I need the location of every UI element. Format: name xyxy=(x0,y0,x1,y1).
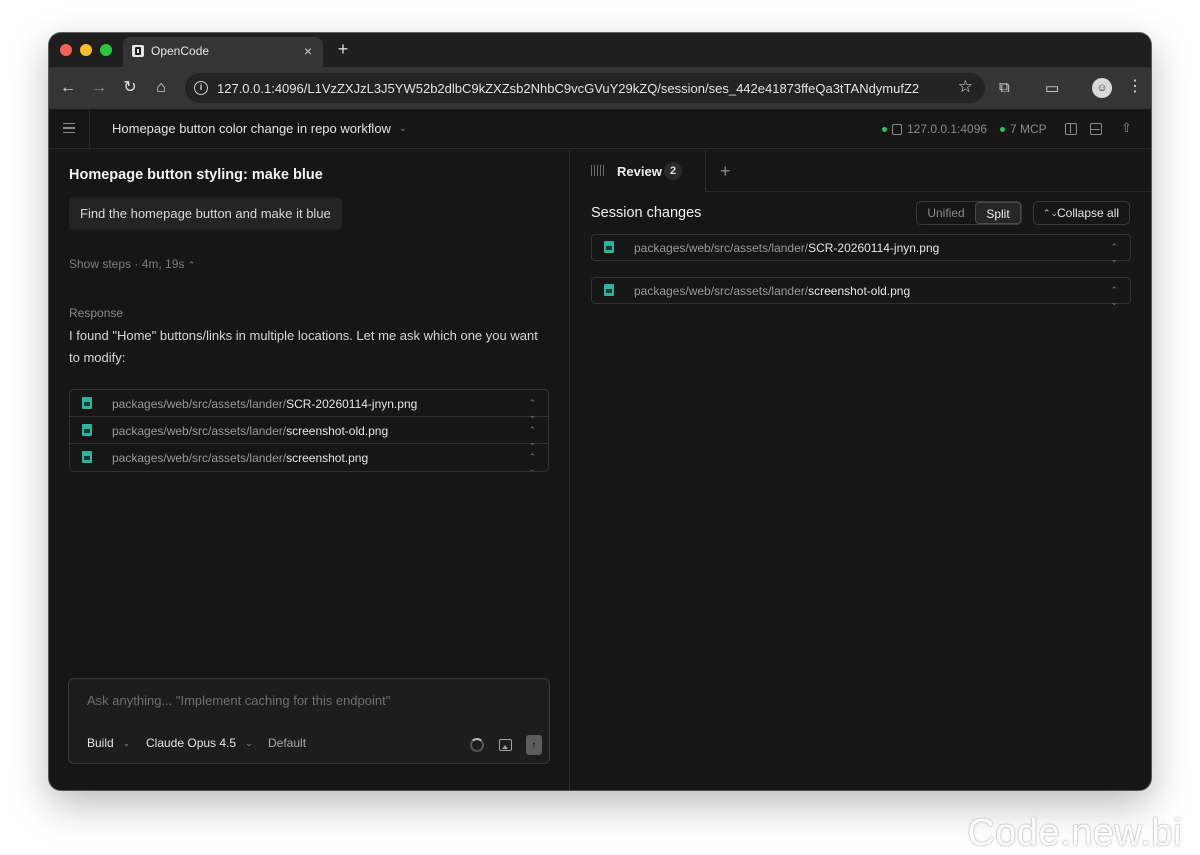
expand-chevron-icon[interactable]: ⌃ ⌄ xyxy=(1110,241,1118,265)
tab-review-count: 2 xyxy=(664,162,682,180)
prompt-input[interactable]: Ask anything... "Implement caching for t… xyxy=(87,693,390,708)
add-tab-button[interactable]: + xyxy=(720,160,731,182)
drag-grip-icon[interactable] xyxy=(591,165,605,176)
chevron-updown-icon: ⌃⌄ xyxy=(1043,208,1059,218)
browser-toolbar: ← → ↻ ⌂ i 127.0.0.1:4096/L1VzZXJzL3J5YW5… xyxy=(49,67,1151,109)
loading-spinner-icon xyxy=(470,738,484,752)
file-path: packages/web/src/assets/lander/SCR-20260… xyxy=(634,241,940,255)
expand-chevron-icon[interactable]: ⌃ ⌄ xyxy=(528,451,536,471)
show-steps-label: Show steps · 4m, 19s xyxy=(69,257,185,271)
user-message: Find the homepage button and make it blu… xyxy=(69,198,342,230)
image-file-icon xyxy=(604,284,614,296)
conversation-panel: Homepage button styling: make blue Find … xyxy=(49,150,569,790)
collapse-all-button[interactable]: ⌃⌄ Collapse all xyxy=(1033,201,1130,225)
server-status[interactable]: 127.0.0.1:4096 xyxy=(882,122,987,136)
home-icon[interactable]: ⌂ xyxy=(151,78,171,98)
hamburger-menu-icon[interactable] xyxy=(63,123,75,133)
file-path: packages/web/src/assets/lander/screensho… xyxy=(112,451,369,465)
split-option[interactable]: Split xyxy=(975,202,1021,224)
mcp-online-dot-icon xyxy=(1000,126,1005,132)
response-text: I found "Home" buttons/links in multiple… xyxy=(69,328,538,365)
file-path: packages/web/src/assets/lander/screensho… xyxy=(112,424,389,438)
address-bar[interactable]: i 127.0.0.1:4096/L1VzZXJzL3J5YW52b2dlbC9… xyxy=(185,73,985,103)
toggle-bottom-panel-icon[interactable] xyxy=(1090,123,1102,135)
minimize-window-button[interactable] xyxy=(80,44,92,56)
server-address: 127.0.0.1:4096 xyxy=(907,122,988,136)
send-button[interactable]: ↑ xyxy=(526,735,542,755)
model-select[interactable]: Claude Opus 4.5 ⌄ xyxy=(146,736,253,750)
file-row[interactable]: packages/web/src/assets/lander/screensho… xyxy=(70,417,548,447)
file-path: packages/web/src/assets/lander/SCR-20260… xyxy=(112,397,418,411)
variant-select[interactable]: Default xyxy=(268,736,306,750)
toggle-sidebar-icon[interactable] xyxy=(1065,123,1077,135)
chevron-down-icon: ⌄ xyxy=(122,737,131,748)
review-panel: Review 2 + Session changes Unified Split… xyxy=(570,150,1151,790)
image-file-icon xyxy=(82,424,92,436)
model-label: Claude Opus 4.5 xyxy=(146,736,237,750)
mcp-status[interactable]: 7 MCP xyxy=(1000,122,1047,136)
variant-label: Default xyxy=(268,736,307,750)
bookmark-star-icon[interactable]: ☆ xyxy=(958,77,973,97)
watermark: Code.new.bi xyxy=(967,812,1182,854)
expand-chevron-icon[interactable]: ⌃ ⌄ xyxy=(1110,284,1118,308)
menu-dots-icon[interactable]: ⋮ xyxy=(1127,77,1143,97)
prompt-composer[interactable]: Ask anything... "Implement caching for t… xyxy=(68,678,550,764)
unified-option[interactable]: Unified xyxy=(917,202,975,224)
browser-tab[interactable]: OpenCode × xyxy=(123,37,323,67)
changed-file-row[interactable]: packages/web/src/assets/lander/screensho… xyxy=(591,277,1131,307)
prompt-title: Homepage button styling: make blue xyxy=(69,167,323,183)
extensions-icon[interactable]: ⧉ xyxy=(999,79,1010,96)
image-file-icon xyxy=(82,397,92,409)
app-header: Homepage button color change in repo wor… xyxy=(49,109,1151,149)
image-file-icon xyxy=(82,451,92,463)
header-divider xyxy=(89,109,90,149)
image-file-icon xyxy=(604,241,614,253)
chevron-down-icon: ⌄ xyxy=(245,737,253,748)
back-icon[interactable]: ← xyxy=(58,78,78,98)
tab-title: OpenCode xyxy=(151,44,210,58)
file-row[interactable]: packages/web/src/assets/lander/screensho… xyxy=(70,444,548,471)
mcp-count: 7 MCP xyxy=(1010,122,1047,136)
image-attach-icon[interactable] xyxy=(499,739,512,751)
tab-review[interactable]: Review 2 xyxy=(570,150,706,192)
tab-strip: OpenCode × + xyxy=(49,33,1151,67)
session-title-dropdown[interactable]: Homepage button color change in repo wor… xyxy=(112,121,407,136)
server-icon xyxy=(892,123,902,135)
forward-icon[interactable]: → xyxy=(89,78,109,98)
show-steps-toggle[interactable]: Show steps · 4m, 19s ⌃ xyxy=(69,257,195,271)
reload-icon[interactable]: ↻ xyxy=(120,78,140,98)
session-title: Homepage button color change in repo wor… xyxy=(112,121,391,136)
agent-select[interactable]: Build ⌄ xyxy=(87,736,130,750)
tab-review-label: Review xyxy=(617,164,662,179)
tab-close-icon[interactable]: × xyxy=(299,42,317,60)
review-tabs: Review 2 + xyxy=(570,150,1151,192)
chevron-down-icon: ⌄ xyxy=(398,123,407,133)
online-dot-icon xyxy=(882,126,887,132)
zoom-window-button[interactable] xyxy=(100,44,112,56)
agent-label: Build xyxy=(87,736,114,750)
file-path: packages/web/src/assets/lander/screensho… xyxy=(634,284,911,298)
info-icon[interactable]: i xyxy=(194,81,208,95)
url-text[interactable]: 127.0.0.1:4096/L1VzZXJzL3J5YW52b2dlbC9kZ… xyxy=(217,81,919,96)
avatar[interactable]: ☺ xyxy=(1092,78,1112,98)
file-list: packages/web/src/assets/lander/SCR-20260… xyxy=(69,389,549,472)
collapse-all-label: Collapse all xyxy=(1057,206,1120,220)
diff-view-toggle[interactable]: Unified Split xyxy=(916,201,1022,225)
cast-icon[interactable]: ▭ xyxy=(1045,79,1059,97)
new-tab-button[interactable]: + xyxy=(333,38,353,60)
chevron-updown-icon: ⌃ xyxy=(187,260,196,270)
share-icon[interactable]: ⇧ xyxy=(1121,120,1132,136)
close-window-button[interactable] xyxy=(60,44,72,56)
changed-file-row[interactable]: packages/web/src/assets/lander/SCR-20260… xyxy=(591,234,1131,264)
session-changes-title: Session changes xyxy=(591,205,702,221)
browser-window: OpenCode × + ← → ↻ ⌂ i 127.0.0.1:4096/L1… xyxy=(49,33,1151,790)
response-label: Response xyxy=(69,306,124,320)
opencode-favicon-icon xyxy=(132,45,144,57)
file-row[interactable]: packages/web/src/assets/lander/SCR-20260… xyxy=(70,390,548,420)
